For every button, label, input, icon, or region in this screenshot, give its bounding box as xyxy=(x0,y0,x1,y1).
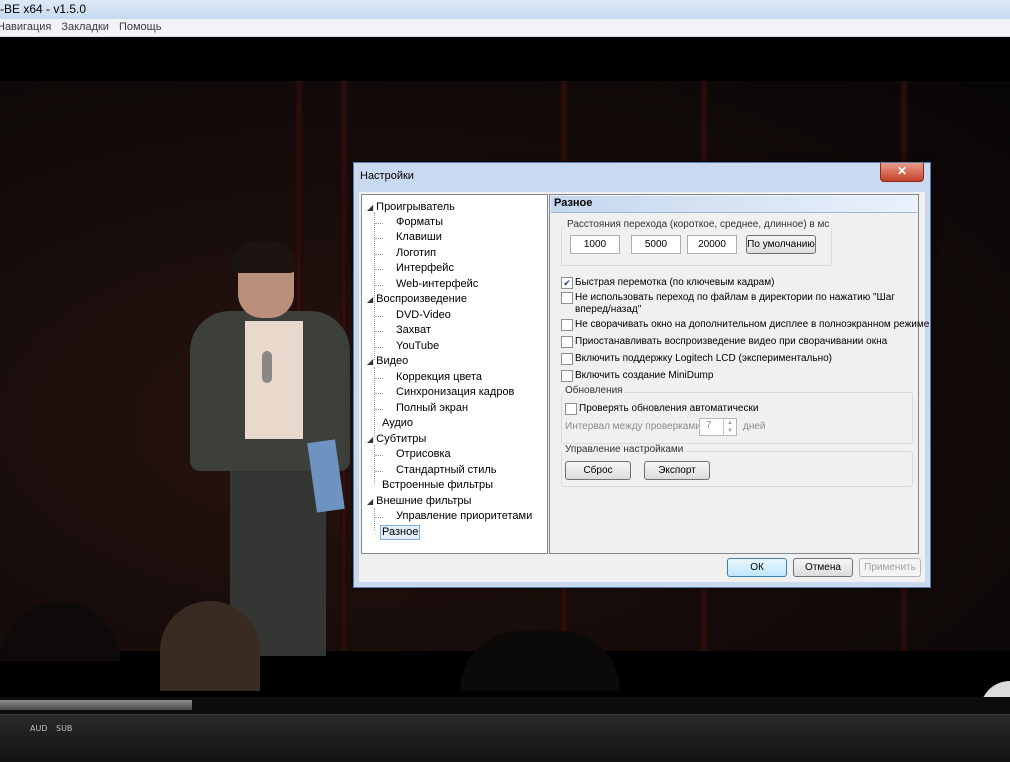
tree-connector xyxy=(374,445,375,485)
tree-item-video[interactable]: ◢ Видео xyxy=(367,355,408,368)
ok-button[interactable]: ОК xyxy=(727,558,787,577)
menu-bookmarks[interactable]: Закладки xyxy=(61,19,109,36)
tree-connector xyxy=(375,331,383,332)
interval-label: Интервал между проверками: xyxy=(565,421,704,432)
speaker-hair xyxy=(232,241,296,273)
interval-value: 7 xyxy=(706,420,712,431)
window-titlebar: -BE x64 - v1.5.0 xyxy=(0,0,1010,20)
tree-item-render[interactable]: Отрисовка xyxy=(396,448,451,461)
settings-management-title: Управление настройками xyxy=(563,444,686,455)
dialog-client: ◢ Проигрыватель Форматы Клавиши Логотип И… xyxy=(359,192,929,582)
audience-head xyxy=(160,601,260,691)
tree-connector xyxy=(375,223,383,224)
tree-item-priorities[interactable]: Управление приоритетами xyxy=(396,510,532,523)
tree-item-interface[interactable]: Интерфейс xyxy=(396,262,454,275)
checkbox-icon[interactable] xyxy=(565,403,577,415)
tree-connector xyxy=(375,254,383,255)
tree-item-capture[interactable]: Захват xyxy=(396,324,431,337)
jump-medium-input[interactable]: 5000 xyxy=(631,235,681,254)
default-button[interactable]: По умолчанию xyxy=(746,235,816,254)
tree-item-youtube[interactable]: YouTube xyxy=(396,340,439,353)
updates-group xyxy=(561,392,913,444)
control-bar: AUD SUB xyxy=(0,714,1010,762)
tree-connector xyxy=(375,471,383,472)
window-title: -BE x64 - v1.5.0 xyxy=(0,2,87,16)
tree-item-sync[interactable]: Синхронизация кадров xyxy=(396,386,514,399)
speaker-shirt xyxy=(245,321,303,439)
audience-head xyxy=(0,601,120,661)
tree-connector xyxy=(375,455,383,456)
tree-connector xyxy=(375,378,383,379)
tree-connector xyxy=(375,517,383,518)
tree-item-web[interactable]: Web-интерфейс xyxy=(396,278,478,291)
tree-item-misc[interactable]: Разное xyxy=(380,525,421,540)
tree-item-fullscreen[interactable]: Полный экран xyxy=(396,402,468,415)
checkbox-icon[interactable] xyxy=(561,353,573,365)
seek-progress xyxy=(0,700,192,710)
tree-connector xyxy=(375,285,383,286)
tree-item-internal-filters[interactable]: Встроенные фильтры xyxy=(382,479,493,492)
tree-connector xyxy=(375,393,383,394)
menu-navigation[interactable]: Навигация xyxy=(0,19,51,36)
microphone xyxy=(262,351,272,383)
tree-item-player[interactable]: ◢ Проигрыватель xyxy=(367,201,455,214)
tree-connector xyxy=(374,508,375,530)
checkbox-icon[interactable] xyxy=(561,336,573,348)
expand-icon: ◢ xyxy=(367,497,374,506)
menu-help[interactable]: Помощь xyxy=(119,19,162,36)
reset-button[interactable]: Сброс xyxy=(565,461,631,480)
settings-dialog: Настройки ✕ ◢ Проигрыватель Форматы Клави… xyxy=(353,162,931,588)
subtitle-track-button[interactable]: SUB xyxy=(56,724,72,733)
close-button[interactable]: ✕ xyxy=(880,163,924,182)
settings-tree: ◢ Проигрыватель Форматы Клавиши Логотип И… xyxy=(361,194,548,554)
interval-unit: дней xyxy=(743,421,766,432)
tree-item-dvd[interactable]: DVD-Video xyxy=(396,309,451,322)
tree-connector xyxy=(374,305,375,360)
audience-head xyxy=(460,631,620,691)
settings-panel: Разное Расстояния перехода (короткое, ср… xyxy=(549,194,929,554)
export-button[interactable]: Экспорт xyxy=(644,461,710,480)
jump-distance-title: Расстояния перехода (короткое, среднее, … xyxy=(565,219,832,230)
interval-spinner[interactable]: 7 ▲ ▼ xyxy=(699,418,737,436)
audio-track-button[interactable]: AUD xyxy=(30,724,48,733)
tree-item-keys[interactable]: Клавиши xyxy=(396,231,442,244)
expand-icon: ◢ xyxy=(367,295,374,304)
tree-item-audio[interactable]: Аудио xyxy=(382,417,413,430)
tree-connector xyxy=(375,409,383,410)
expand-icon: ◢ xyxy=(367,357,374,366)
tree-item-external-filters[interactable]: ◢ Внешние фильтры xyxy=(367,495,471,508)
tree-item-logo[interactable]: Логотип xyxy=(396,247,436,260)
expand-icon: ◢ xyxy=(367,435,374,444)
tree-connector xyxy=(375,347,383,348)
checkbox-icon[interactable] xyxy=(561,319,573,331)
tree-item-subtitles[interactable]: ◢ Субтитры xyxy=(367,433,426,446)
checkbox-icon[interactable] xyxy=(561,370,573,382)
tree-item-playback[interactable]: ◢ Воспроизведение xyxy=(367,293,467,306)
checkbox-checked-icon[interactable]: ✔ xyxy=(561,277,573,289)
tree-item-default-style[interactable]: Стандартный стиль xyxy=(396,464,497,477)
dialog-title: Настройки xyxy=(360,170,414,182)
menu-bar: Навигация Закладки Помощь xyxy=(0,19,1010,37)
tree-item-color[interactable]: Коррекция цвета xyxy=(396,371,482,384)
checkbox-icon[interactable] xyxy=(561,292,573,304)
close-icon: ✕ xyxy=(896,164,908,178)
audience-head xyxy=(980,681,1010,697)
expand-icon: ◢ xyxy=(367,203,374,212)
tree-item-formats[interactable]: Форматы xyxy=(396,216,443,229)
tree-connector xyxy=(375,269,383,270)
spinner-arrows-icon[interactable]: ▲ ▼ xyxy=(723,419,736,435)
jump-long-input[interactable]: 20000 xyxy=(687,235,737,254)
panel-header: Разное xyxy=(551,196,917,213)
tree-connector xyxy=(375,238,383,239)
updates-title: Обновления xyxy=(563,385,625,396)
tree-connector xyxy=(375,316,383,317)
seek-bar[interactable] xyxy=(0,697,1010,714)
apply-button[interactable]: Применить xyxy=(859,558,921,577)
jump-short-input[interactable]: 1000 xyxy=(570,235,620,254)
cancel-button[interactable]: Отмена xyxy=(793,558,853,577)
panel-title: Разное xyxy=(554,197,593,209)
